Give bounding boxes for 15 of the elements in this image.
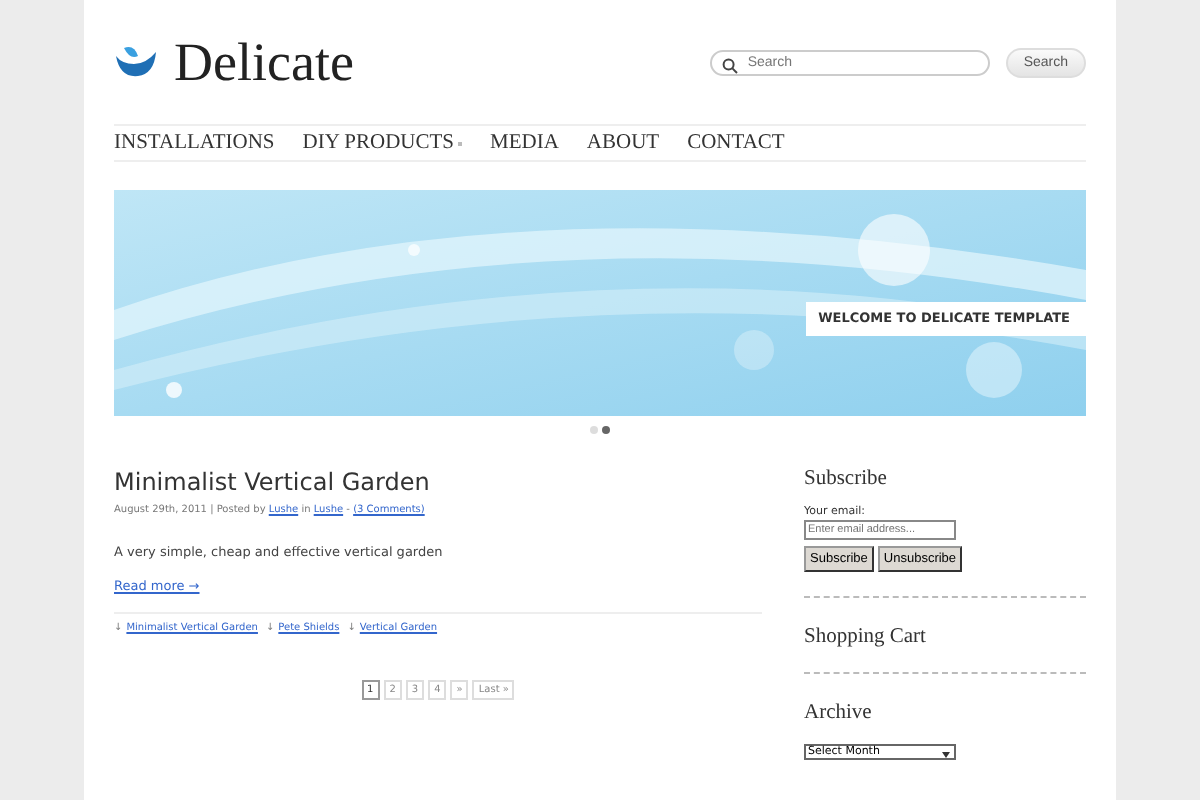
post-title[interactable]: Minimalist Vertical Garden <box>114 468 762 496</box>
nav-item[interactable]: DIY PRODUCTS <box>302 132 462 154</box>
widget-title: Subscribe <box>804 468 889 490</box>
dropdown-icon <box>942 752 950 758</box>
slider-dot[interactable] <box>590 426 598 434</box>
widget-title: Archive <box>804 702 874 724</box>
nav-item[interactable]: CONTACT <box>687 132 785 154</box>
search-icon <box>721 57 738 73</box>
nav-item[interactable]: ABOUT <box>586 132 660 154</box>
logo-icon <box>114 44 158 80</box>
nav-item[interactable]: MEDIA <box>490 132 559 154</box>
nav-item[interactable]: INSTALLATIONS <box>114 132 275 154</box>
slider-dot[interactable] <box>602 426 610 434</box>
widget-title: Shopping Cart <box>804 626 928 648</box>
site-title[interactable]: Delicate <box>174 31 354 93</box>
